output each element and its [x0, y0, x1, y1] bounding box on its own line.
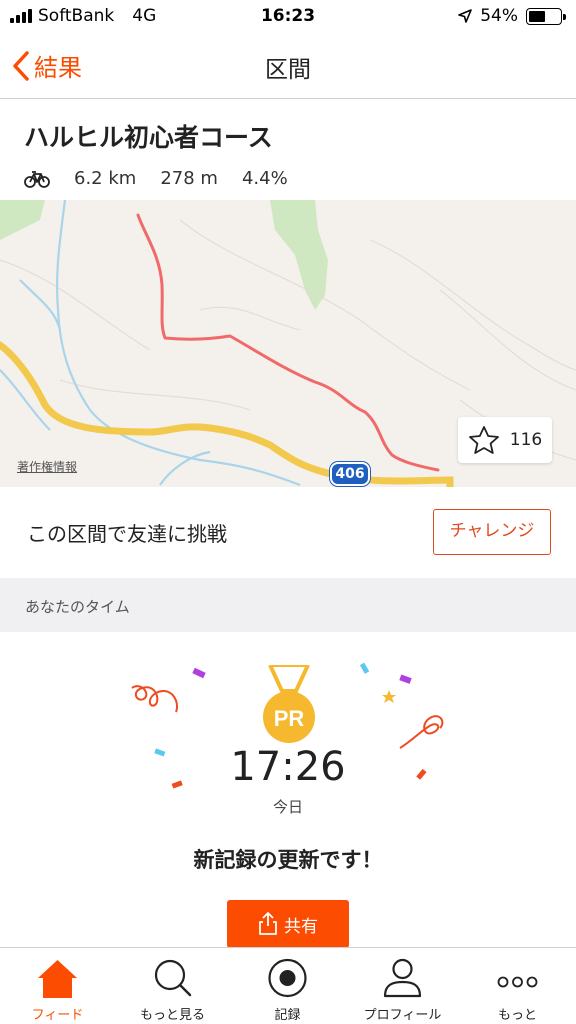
tab-label: もっと見る [139, 1008, 205, 1023]
location-arrow-icon [458, 9, 473, 23]
medal-label: PR [274, 706, 305, 731]
map-park-area-2 [270, 200, 328, 310]
challenge-button[interactable]: チャレンジ [433, 509, 551, 555]
tab-label: フィード [31, 1008, 84, 1023]
tab-profile[interactable]: プロフィール [345, 948, 460, 1024]
battery-icon [526, 7, 566, 25]
record-icon [268, 958, 307, 998]
share-button[interactable]: 共有 [227, 900, 349, 948]
map-route [136, 213, 440, 472]
profile-icon [383, 958, 422, 998]
segment-elevation: 278 m [160, 168, 218, 189]
status-right: 54% [458, 6, 566, 26]
confetti-piece [192, 667, 206, 679]
pr-celebration: PR 17:26 今日 新記録の更新です！ 共有 [0, 632, 576, 948]
confetti-piece [359, 662, 370, 674]
share-label: 共有 [284, 916, 318, 937]
section-label: あなたのタイム [25, 598, 130, 616]
star-icon [468, 426, 499, 454]
map-attribution-link[interactable]: 著作権情報 [17, 458, 77, 475]
battery-percent: 54% [480, 6, 518, 26]
map-park-area [0, 200, 45, 240]
star-segment-button[interactable]: 116 [458, 417, 552, 463]
effort-date: 今日 [272, 798, 303, 816]
confetti-swirl-left [131, 685, 178, 713]
pr-message: 新記録の更新です！ [193, 848, 383, 872]
segment-header: ハルヒル初心者コース 6.2 km 278 m 4.4% [24, 118, 552, 189]
road-number-badge: 406 [330, 462, 370, 486]
your-time-section-header: あなたのタイム [0, 578, 576, 632]
search-icon [154, 959, 192, 997]
segment-stats: 6.2 km 278 m 4.4% [24, 168, 552, 189]
page-title: 区間 [265, 57, 311, 83]
pr-medal-icon: PR [263, 665, 315, 743]
share-icon [259, 912, 277, 935]
segment-time: 17:26 [230, 744, 346, 790]
segment-name: ハルヒル初心者コース [24, 123, 273, 152]
bicycle-icon [24, 170, 50, 188]
tab-label: もっと [497, 1008, 537, 1023]
nav-bar: 結果 区間 [0, 32, 576, 99]
tab-more[interactable]: もっと [460, 948, 575, 1024]
tab-record[interactable]: 記録 [230, 948, 345, 1024]
tab-bar: フィード もっと見る 記録 プロフィール もっと [0, 947, 576, 1024]
status-bar: SoftBank 4G 16:23 54% [0, 0, 576, 32]
tab-label: プロフィール [363, 1008, 442, 1023]
segment-grade: 4.4% [241, 168, 288, 189]
more-icon [497, 976, 538, 988]
confetti-star [382, 690, 396, 703]
star-count: 116 [509, 430, 543, 450]
segment-distance: 6.2 km [74, 168, 137, 189]
tab-label: 記録 [274, 1008, 301, 1023]
confetti-piece [399, 674, 412, 684]
tab-feed[interactable]: フィード [0, 948, 115, 1024]
tab-explore[interactable]: もっと見る [115, 948, 230, 1024]
challenge-row: この区間で友達に挑戦 チャレンジ [0, 487, 576, 578]
challenge-text: この区間で友達に挑戦 [27, 522, 227, 546]
home-icon [38, 960, 77, 998]
